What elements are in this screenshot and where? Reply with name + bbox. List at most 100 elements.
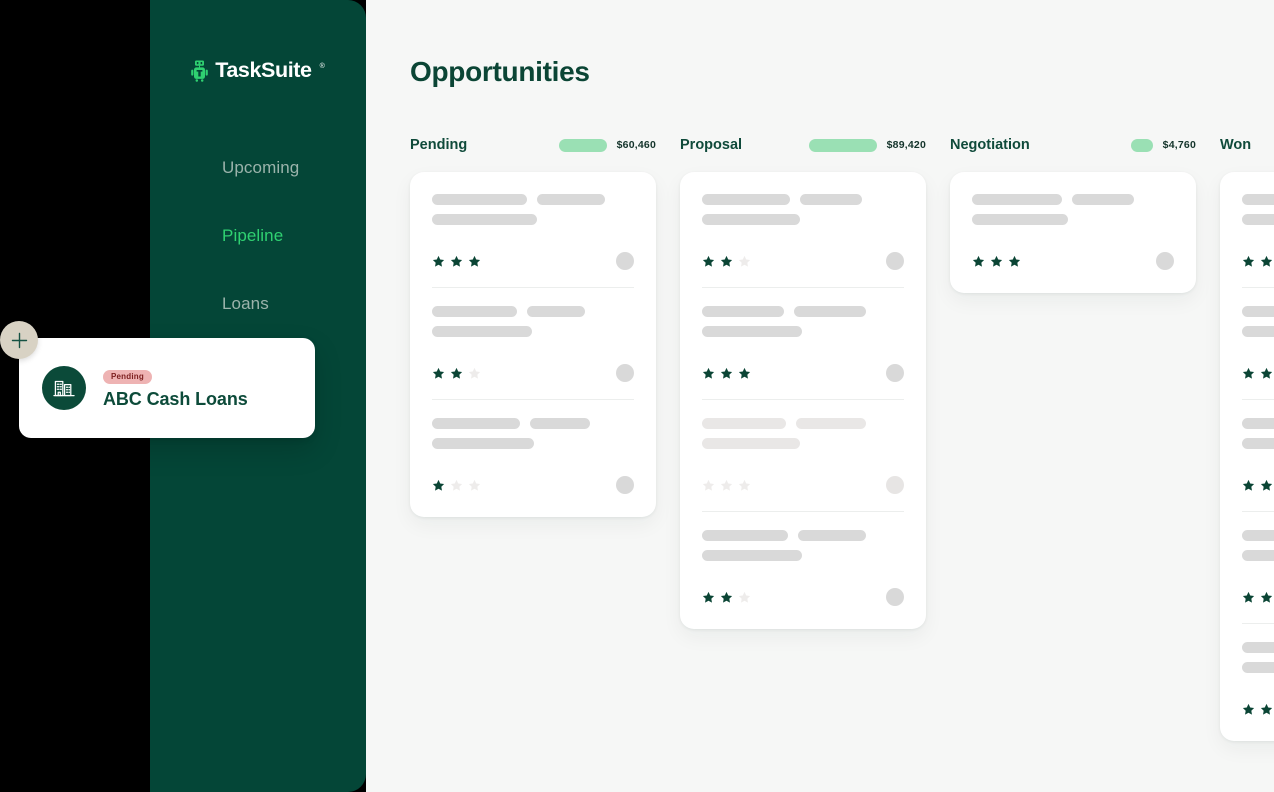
robot-icon: [191, 60, 209, 82]
avatar[interactable]: [616, 364, 634, 382]
avatar[interactable]: [1156, 252, 1174, 270]
deal-rating[interactable]: [1242, 255, 1274, 268]
deal-title: ABC Cash Loans: [103, 389, 248, 409]
deal-row[interactable]: [1242, 400, 1274, 512]
deal-rating[interactable]: [1242, 703, 1274, 716]
placeholder-bar: [702, 326, 802, 337]
deal-row[interactable]: [702, 194, 904, 288]
deal-footer: [432, 252, 634, 270]
star-filled-icon: [1260, 591, 1273, 603]
deal-rating[interactable]: [702, 255, 751, 268]
deal-row[interactable]: [702, 512, 904, 623]
column-amount: $4,760: [1162, 139, 1196, 151]
avatar[interactable]: [616, 252, 634, 270]
add-button[interactable]: [0, 321, 38, 359]
placeholder-bar: [530, 418, 590, 429]
avatar[interactable]: [886, 364, 904, 382]
star-filled-icon: [432, 367, 445, 379]
placeholder-row: [1242, 214, 1274, 225]
deal-row[interactable]: [972, 194, 1174, 287]
star-empty-icon: [468, 367, 481, 379]
placeholder-row: [1242, 530, 1274, 541]
star-filled-icon: [1260, 367, 1273, 379]
placeholder-bar: [1242, 418, 1274, 429]
deal-row[interactable]: [432, 194, 634, 288]
star-filled-icon: [468, 255, 481, 267]
sidebar-item-pipeline[interactable]: Pipeline: [150, 220, 366, 252]
placeholder-bar: [1242, 214, 1274, 225]
placeholder-bar: [702, 194, 790, 205]
star-empty-icon: [738, 591, 751, 603]
column-title: Pending: [410, 137, 468, 153]
column-amount: $89,420: [886, 139, 926, 151]
deal-rating[interactable]: [1242, 367, 1274, 380]
star-empty-icon: [738, 479, 751, 491]
avatar[interactable]: [886, 252, 904, 270]
placeholder-row: [702, 214, 904, 225]
placeholder-bar: [798, 530, 866, 541]
placeholder-row: [432, 438, 634, 449]
column-card-stack: [680, 172, 926, 629]
star-empty-icon: [450, 479, 463, 491]
app-root: Opportunities Pending $60,460 Proposal $89,…: [0, 0, 1274, 792]
deal-row[interactable]: [702, 400, 904, 512]
placeholder-bar: [702, 418, 786, 429]
deal-row[interactable]: [1242, 288, 1274, 400]
column-summary: $4,760: [1130, 138, 1196, 152]
placeholder-bar: [432, 214, 537, 225]
placeholder-bar: [432, 418, 520, 429]
placeholder-bar: [796, 418, 866, 429]
sidebar-nav: Upcoming Pipeline Loans: [150, 152, 366, 356]
star-empty-icon: [720, 479, 733, 491]
column-header: Proposal $89,420: [680, 132, 926, 158]
placeholder-bar: [702, 550, 802, 561]
deal-rating[interactable]: [972, 255, 1021, 268]
logo[interactable]: TaskSuite ®: [150, 60, 366, 82]
deal-rating[interactable]: [1242, 479, 1274, 492]
column-progress-bar: [808, 138, 877, 152]
column-title: Negotiation: [950, 137, 1030, 153]
column-header: Negotiation $4,760: [950, 132, 1196, 158]
plus-icon: [11, 332, 27, 348]
deal-rating[interactable]: [432, 479, 481, 492]
deal-footer: [1242, 252, 1274, 270]
column-card-stack: [1220, 172, 1274, 741]
deal-rating[interactable]: [702, 367, 751, 380]
placeholder-bar: [972, 194, 1062, 205]
avatar[interactable]: [886, 476, 904, 494]
star-filled-icon: [1260, 255, 1273, 267]
deal-rating[interactable]: [702, 479, 751, 492]
placeholder-row: [702, 418, 904, 429]
deal-rating[interactable]: [1242, 591, 1274, 604]
avatar[interactable]: [886, 588, 904, 606]
deal-footer: [432, 476, 634, 494]
column-summary: $89,420: [808, 138, 926, 152]
pipeline-board: Pending $60,460 Proposal $89,420 Negotiation…: [410, 132, 1274, 741]
deal-rating[interactable]: [432, 367, 481, 380]
placeholder-bar: [702, 530, 788, 541]
avatar[interactable]: [616, 476, 634, 494]
deal-row[interactable]: [1242, 624, 1274, 735]
placeholder-row: [432, 194, 634, 205]
deal-footer: [702, 364, 904, 382]
star-filled-icon: [720, 591, 733, 603]
deal-footer: [702, 588, 904, 606]
placeholder-bar: [972, 214, 1068, 225]
deal-rating[interactable]: [702, 591, 751, 604]
deal-rating[interactable]: [432, 255, 481, 268]
deal-row[interactable]: [432, 288, 634, 400]
sidebar-item-upcoming[interactable]: Upcoming: [150, 152, 366, 184]
deal-row[interactable]: [432, 400, 634, 511]
deal-row[interactable]: [702, 288, 904, 400]
deal-detail-card[interactable]: Pending ABC Cash Loans: [19, 338, 315, 438]
deal-row[interactable]: [1242, 194, 1274, 288]
sidebar-item-loans[interactable]: Loans: [150, 288, 366, 320]
star-filled-icon: [702, 367, 715, 379]
star-empty-icon: [468, 479, 481, 491]
column-title: Proposal: [680, 137, 743, 153]
deal-row[interactable]: [1242, 512, 1274, 624]
placeholder-bar: [1242, 194, 1274, 205]
placeholder-row: [972, 214, 1174, 225]
star-empty-icon: [738, 255, 751, 267]
board-column: Negotiation $4,760: [950, 132, 1196, 741]
